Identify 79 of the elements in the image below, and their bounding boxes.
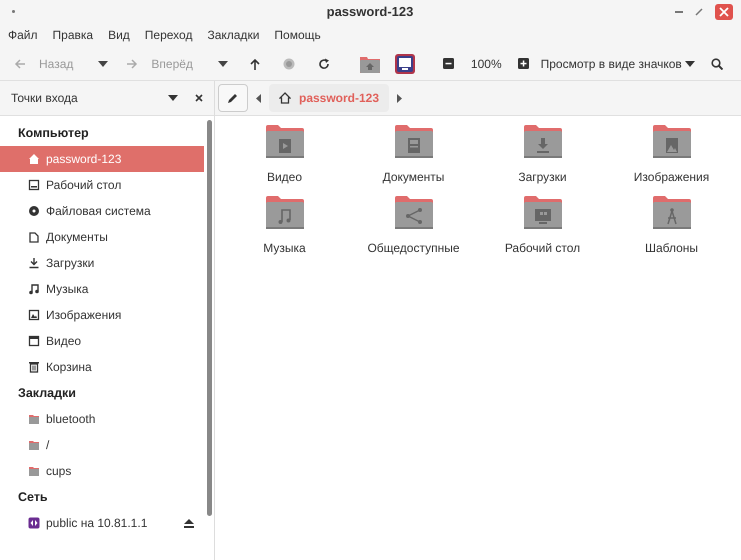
arrow-icon <box>14 58 26 68</box>
sidebar-item[interactable]: Документы <box>0 224 204 250</box>
disc-icon <box>28 205 40 217</box>
folder-item[interactable]: Шаблоны <box>607 196 736 257</box>
sidebar-item[interactable]: / <box>0 432 204 458</box>
sidebar-item[interactable]: Загрузки <box>0 250 204 276</box>
monitor-icon <box>28 179 40 191</box>
folder-monitor-icon <box>524 196 562 230</box>
close-icon[interactable] <box>195 94 203 102</box>
home-folder-icon[interactable] <box>360 54 380 72</box>
network-share-icon <box>28 517 40 529</box>
film-icon <box>28 335 40 347</box>
right-arrow-icon[interactable] <box>397 94 402 102</box>
sidebar-item[interactable]: bluetooth <box>0 406 204 432</box>
sidebar-item[interactable]: cups <box>0 458 204 484</box>
home-icon <box>279 92 291 104</box>
home-icon <box>28 153 40 165</box>
pencil-icon <box>227 92 239 104</box>
left-arrow-icon[interactable] <box>256 94 261 102</box>
folder-share-icon <box>394 196 432 230</box>
zoom-in-icon[interactable] <box>518 58 529 69</box>
sidebar-item[interactable]: Файловая система <box>0 198 204 224</box>
window-title: password-123 <box>326 2 414 21</box>
minimize-icon[interactable] <box>675 10 683 12</box>
stop-icon[interactable] <box>282 58 295 70</box>
dropdown-caret-icon[interactable] <box>168 95 178 101</box>
menu-item[interactable]: Переход <box>144 26 192 44</box>
sidebar-item[interactable]: Видео <box>0 328 204 354</box>
folder-item[interactable]: Изображения <box>607 125 736 186</box>
sidebar-item[interactable]: Рабочий стол <box>0 172 204 198</box>
dropdown-caret-icon[interactable] <box>218 60 228 66</box>
sidebar-item[interactable]: Изображения <box>0 302 204 328</box>
menu-item[interactable]: Файл <box>8 26 38 44</box>
folder-icon <box>28 439 40 451</box>
sidebar-item[interactable]: Музыка <box>0 276 204 302</box>
edit-location-button[interactable] <box>218 84 248 112</box>
section-heading: Компьютер <box>17 124 90 142</box>
zoom-out-icon[interactable] <box>442 58 454 69</box>
trash-icon <box>28 361 40 373</box>
folder-item[interactable]: Общедоступные <box>349 196 478 257</box>
folder-item[interactable]: Музыка <box>220 196 349 257</box>
arrow-icon <box>126 58 138 68</box>
folder-item[interactable]: Рабочий стол <box>478 196 607 257</box>
sidebar-title: Точки входа <box>11 90 78 107</box>
dropdown-caret-icon <box>684 60 695 66</box>
menu-item[interactable]: Правка <box>52 26 94 44</box>
up-arrow-icon[interactable] <box>250 58 260 70</box>
folder-download-icon <box>524 125 562 159</box>
folder-music-note-icon <box>266 196 304 230</box>
folder-image-icon <box>652 125 690 159</box>
eject-icon[interactable] <box>184 518 194 528</box>
folder-document-icon <box>394 125 432 159</box>
window-menu-icon[interactable] <box>12 10 15 13</box>
folder-icon <box>28 413 40 425</box>
music-note-icon <box>28 283 40 295</box>
scrollbar-thumb[interactable] <box>206 120 212 516</box>
folder-icon <box>28 465 40 477</box>
monitor-icon[interactable] <box>394 54 415 74</box>
section-heading: Закладки <box>17 384 77 402</box>
dropdown-caret-icon[interactable] <box>98 60 108 66</box>
search-icon[interactable] <box>711 58 723 70</box>
section-heading: Сеть <box>17 488 49 506</box>
restore-icon[interactable] <box>695 8 703 16</box>
zoom-level: 100% <box>470 56 502 72</box>
reload-icon[interactable] <box>318 58 330 70</box>
download-icon <box>28 257 40 269</box>
folder-compass-icon <box>652 196 690 230</box>
view-mode-dropdown[interactable]: Просмотр в виде значков <box>540 54 695 72</box>
sidebar-item[interactable]: Корзина <box>0 354 204 380</box>
folder-film-icon <box>266 125 304 159</box>
document-icon <box>28 231 40 243</box>
folder-item[interactable]: Загрузки <box>478 125 607 186</box>
menu-item[interactable]: Помощь <box>274 26 321 44</box>
sidebar-item[interactable]: public на 10.81.1.1 <box>0 510 204 536</box>
folder-item[interactable]: Документы <box>349 125 478 186</box>
menu-item[interactable]: Вид <box>108 26 130 44</box>
image-icon <box>28 309 40 321</box>
menu-item[interactable]: Закладки <box>207 26 260 44</box>
folder-item[interactable]: Видео <box>220 125 349 186</box>
